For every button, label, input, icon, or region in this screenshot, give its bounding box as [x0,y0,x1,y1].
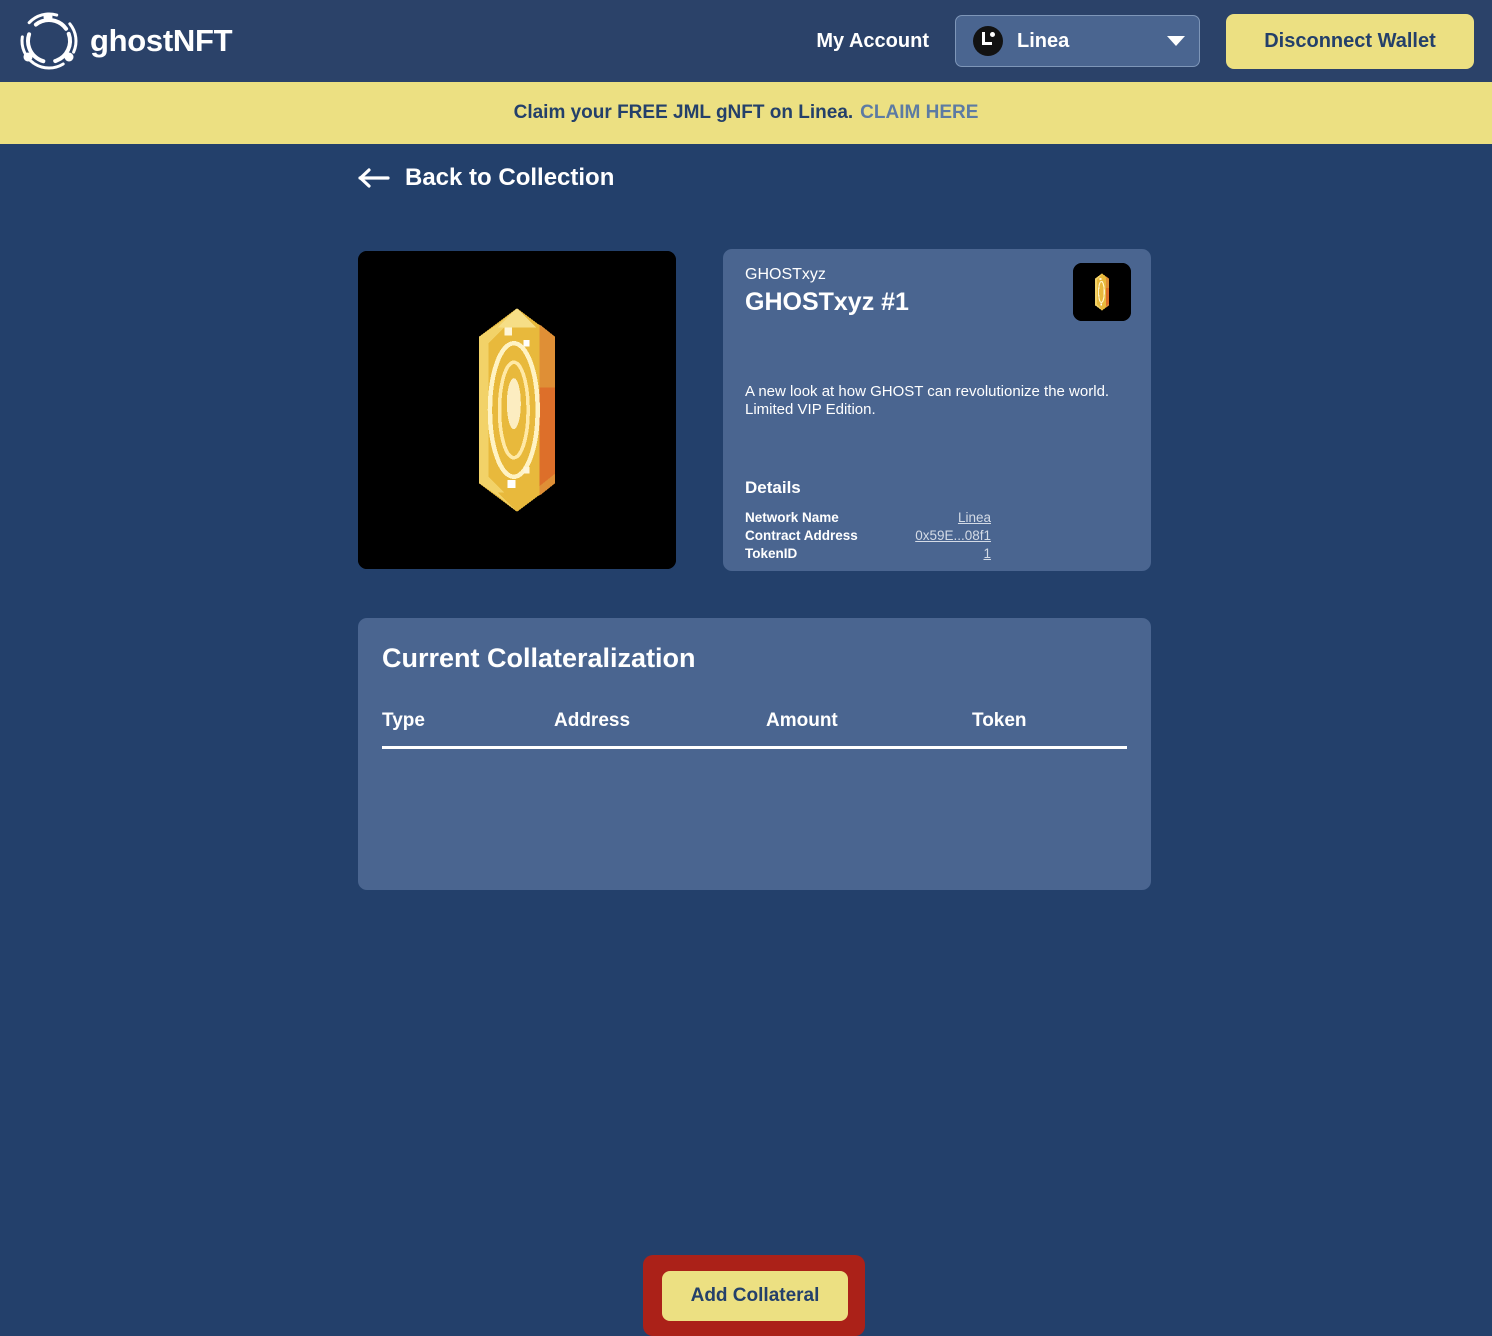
app-header: ghostNFT My Account Linea Disconnect Wal… [0,0,1492,82]
current-collateralization-card: Current Collateralization Type Address A… [358,618,1151,1336]
detail-value-token-id[interactable]: 1 [983,545,991,563]
promo-banner-claim-link[interactable]: CLAIM HERE [860,102,978,124]
detail-key: Contract Address [745,528,858,543]
nft-collection-name: GHOSTxyz [745,266,826,283]
chevron-down-icon [1167,36,1185,46]
golden-crystal-pixel-art [358,251,676,569]
nft-artwork [358,251,676,569]
promo-banner-text: Claim your FREE JML gNFT on Linea. [513,102,854,123]
back-to-collection-link[interactable]: Back to Collection [358,164,614,192]
disconnect-wallet-button[interactable]: Disconnect Wallet [1226,13,1474,69]
main-content: Back to Collection GHOSTxyz GHOSTxyz #1 … [0,144,1492,1336]
network-selector[interactable]: Linea [955,15,1200,67]
promo-banner: Claim your FREE JML gNFT on Linea. CLAIM… [0,82,1492,144]
detail-value-network-name[interactable]: Linea [958,509,991,527]
collateralization-table-header: Type Address Amount Token [382,710,1127,749]
column-header-token: Token [972,710,1027,731]
ghost-orbit-logo-icon [18,10,80,72]
brand[interactable]: ghostNFT [18,10,233,72]
collateralization-title: Current Collateralization [382,643,696,673]
nft-thumbnail [1073,263,1131,321]
golden-crystal-pixel-art-thumbnail [1073,263,1131,321]
nft-details-list: Network Name Linea Contract Address 0x59… [745,509,991,563]
collateralization-table: Type Address Amount Token [382,710,1127,749]
column-header-amount: Amount [766,710,838,731]
detail-row-token-id: TokenID 1 [745,545,991,563]
my-account-link[interactable]: My Account [816,30,929,53]
linea-logo-icon [973,26,1003,56]
nft-details-heading: Details [745,478,801,497]
detail-value-contract-address[interactable]: 0x59E...08f1 [915,527,991,545]
header-actions: My Account Linea Disconnect Wallet [816,13,1474,69]
nft-title: GHOSTxyz #1 [745,288,909,316]
column-header-type: Type [382,710,425,731]
arrow-left-icon [358,167,390,189]
nft-info-card: GHOSTxyz GHOSTxyz #1 A new look at how G… [723,249,1151,571]
add-collateral-highlight: Add Collateral [643,1255,865,1336]
detail-key: Network Name [745,510,839,525]
detail-key: TokenID [745,546,798,561]
back-to-collection-label: Back to Collection [405,164,615,191]
network-name: Linea [1017,29,1070,52]
add-collateral-button[interactable]: Add Collateral [662,1271,848,1321]
brand-name: ghostNFT [90,23,233,58]
detail-row-network-name: Network Name Linea [745,509,991,527]
nft-description: A new look at how GHOST can revolutioniz… [745,383,1110,419]
detail-row-contract-address: Contract Address 0x59E...08f1 [745,527,991,545]
column-header-address: Address [554,710,631,731]
